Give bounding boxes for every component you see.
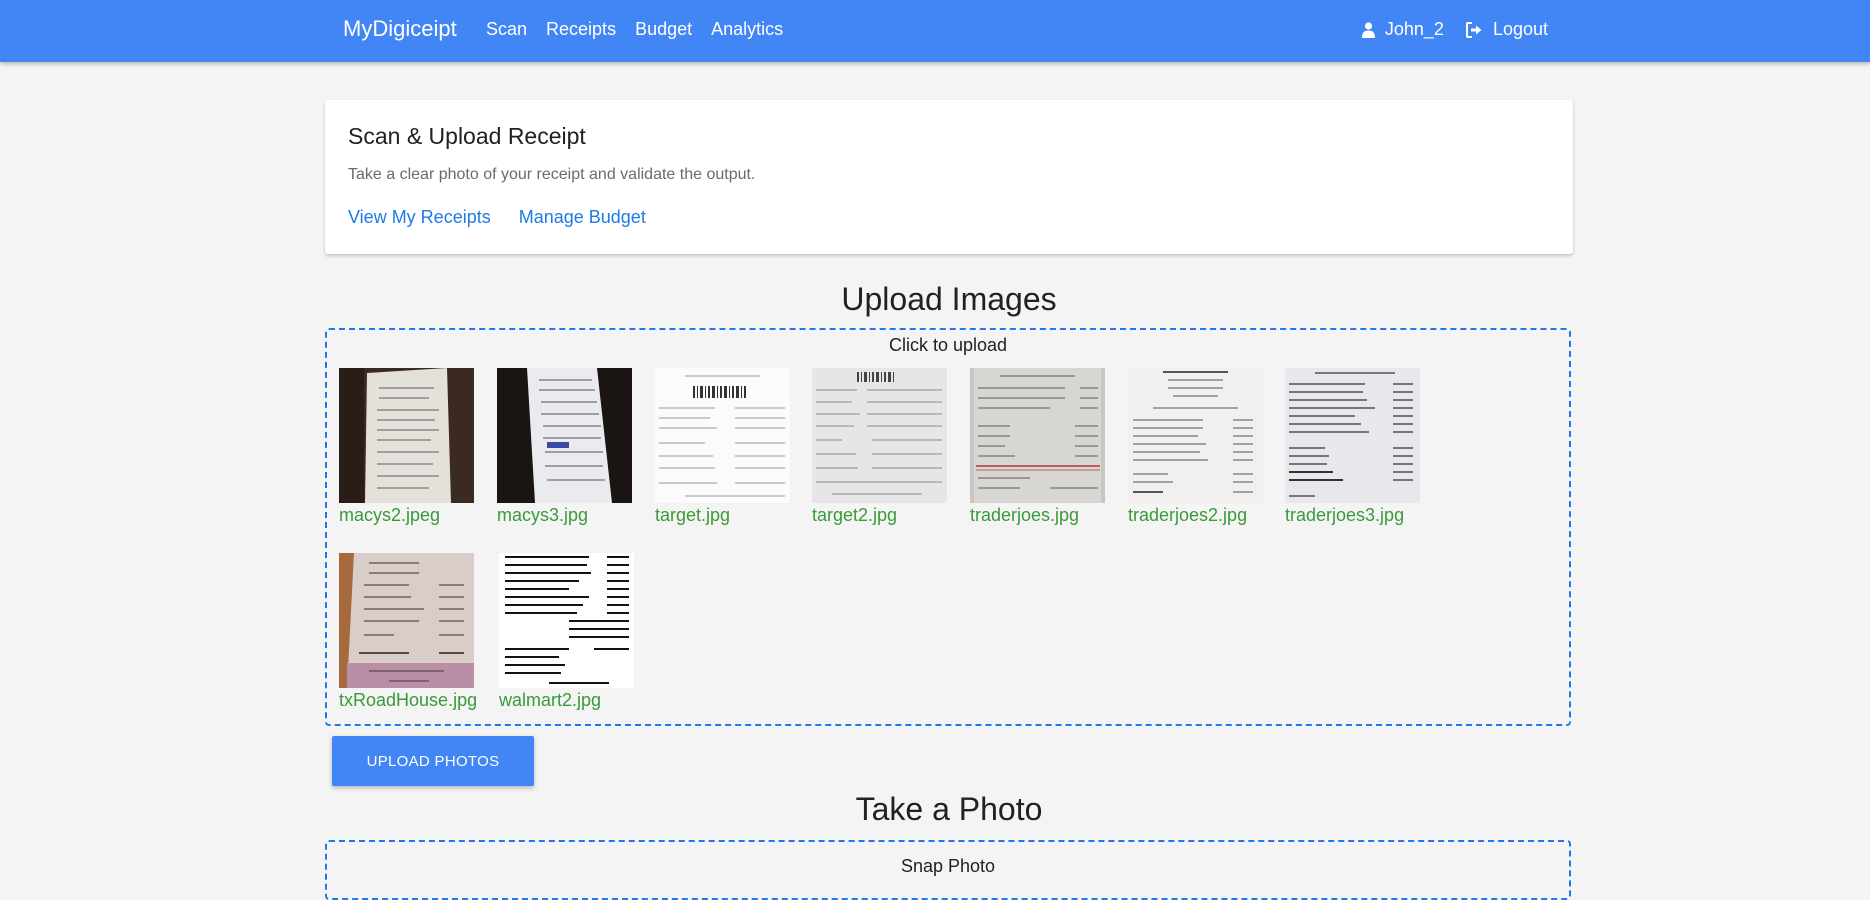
receipt-preview-image (970, 368, 1105, 503)
file-thumbnail[interactable]: traderjoes2.jpg (1128, 368, 1264, 526)
file-thumbnail[interactable]: traderjoes.jpg (970, 368, 1106, 526)
receipt-preview-image (1285, 368, 1420, 503)
card-title: Scan & Upload Receipt (348, 123, 586, 149)
receipt-preview-image (339, 553, 474, 688)
take-photo-heading: Take a Photo (855, 791, 1043, 827)
file-name: target.jpg (655, 505, 731, 525)
file-name: macys2.jpeg (339, 505, 441, 525)
nav-user-area: John_2 Logout (1361, 19, 1548, 40)
upload-images-heading: Upload Images (841, 281, 1057, 317)
file-name: walmart2.jpg (499, 690, 602, 710)
file-name: traderjoes2.jpg (1128, 505, 1248, 525)
file-name: macys3.jpg (497, 505, 589, 525)
card-description: Take a clear photo of your receipt and v… (348, 166, 756, 183)
nav-link-analytics[interactable]: Analytics (711, 19, 783, 40)
dropzone-message: Click to upload (888, 335, 1008, 355)
receipt-preview-image (497, 368, 632, 503)
receipt-preview-image (655, 368, 790, 503)
file-name: traderjoes3.jpg (1285, 505, 1405, 525)
logout-link[interactable]: Logout (1465, 19, 1548, 40)
receipt-preview-image (812, 368, 947, 503)
file-thumbnail[interactable]: macys2.jpeg (339, 368, 475, 526)
nav-link-budget[interactable]: Budget (635, 19, 692, 40)
user-menu[interactable]: John_2 (1361, 19, 1444, 40)
manage-budget-link[interactable]: Manage Budget (519, 207, 646, 228)
upload-dropzone[interactable]: Click to upload macys2.jpeg macys3.jpg t… (325, 328, 1571, 726)
file-name: txRoadHouse.jpg (339, 690, 478, 710)
upload-photos-button[interactable]: UPLOAD PHOTOS (332, 736, 534, 786)
file-thumbnail[interactable]: traderjoes3.jpg (1285, 368, 1421, 526)
receipt-preview-image (339, 368, 474, 503)
navbar: MyDigiceipt Scan Receipts Budget Analyti… (0, 0, 1870, 62)
snap-photo-label: Snap Photo (900, 856, 996, 876)
file-name: target2.jpg (812, 505, 898, 525)
camera-dropzone[interactable]: Snap Photo (325, 840, 1571, 900)
receipt-preview-image (499, 553, 634, 688)
sign-out-icon (1465, 21, 1482, 38)
card-actions: View My Receipts Manage Budget (348, 207, 674, 228)
file-thumbnail[interactable]: target.jpg (655, 368, 791, 526)
file-thumbnail[interactable]: txRoadHouse.jpg (339, 553, 478, 711)
file-thumbnail[interactable]: walmart2.jpg (499, 553, 635, 711)
nav-link-receipts[interactable]: Receipts (546, 19, 616, 40)
nav-links: Scan Receipts Budget Analytics (486, 19, 802, 40)
file-thumbnail[interactable]: macys3.jpg (497, 368, 633, 526)
file-thumbnail[interactable]: target2.jpg (812, 368, 948, 526)
user-name: John_2 (1384, 19, 1444, 39)
receipt-preview-image (1128, 368, 1263, 503)
user-icon (1361, 21, 1375, 38)
brand-logo[interactable]: MyDigiceipt (343, 16, 457, 42)
nav-link-scan[interactable]: Scan (486, 19, 527, 40)
scan-upload-card: Scan & Upload Receipt Take a clear photo… (325, 100, 1573, 254)
view-receipts-link[interactable]: View My Receipts (348, 207, 491, 228)
logout-label: Logout (1492, 19, 1548, 39)
file-name: traderjoes.jpg (970, 505, 1080, 525)
